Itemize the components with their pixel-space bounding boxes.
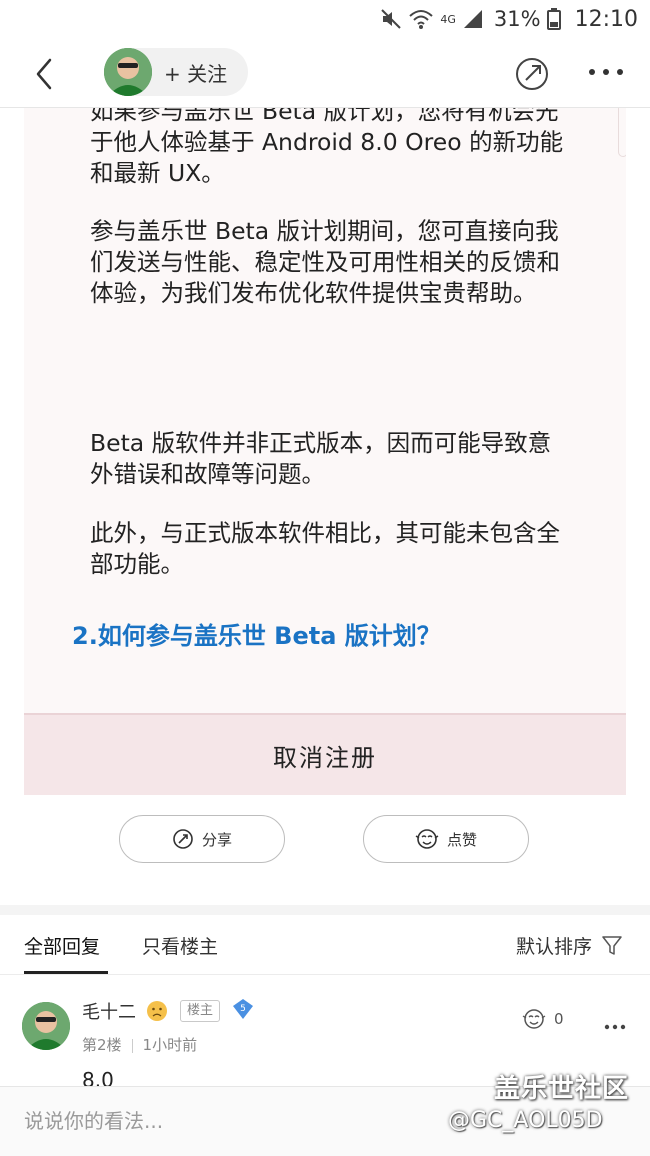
article-paragraph: 此外，与正式版本软件相比，其可能未包含全部功能。 [90, 519, 560, 578]
like-button[interactable]: 点赞 [363, 815, 529, 863]
battery-icon [546, 8, 561, 30]
op-badge: 楼主 [180, 1000, 221, 1022]
back-button[interactable] [26, 52, 66, 96]
more-dots-icon [589, 69, 623, 75]
article-card: 如果参与盖乐世 Beta 版计划，您将有机会先于他人体验基于 Android 8… [24, 108, 626, 713]
scroll-edge [618, 108, 626, 157]
level-diamond-icon: 5 [233, 999, 253, 1019]
share-button[interactable]: 分享 [119, 815, 285, 863]
sort-dropdown[interactable]: 默认排序 [516, 932, 622, 959]
active-tab-indicator [24, 971, 108, 974]
battery-percent: 31% [493, 7, 541, 31]
follow-button-label[interactable]: + 关注 [164, 58, 227, 87]
more-options-button[interactable] [586, 64, 626, 80]
reply-avatar[interactable] [22, 1002, 70, 1050]
reply-meta: 第2楼 1小时前 [82, 1034, 197, 1055]
sad-emoji-icon [147, 1001, 167, 1021]
network-label: 4G [440, 12, 456, 26]
signal-icon [463, 10, 482, 28]
section-divider [0, 905, 650, 915]
reply-time: 1小时前 [142, 1036, 198, 1054]
mute-icon [381, 9, 402, 29]
reply-like-button[interactable]: 0 [522, 1008, 564, 1030]
status-bar: 4G 31% 12:10 [0, 0, 650, 38]
like-button-label: 点赞 [446, 830, 477, 849]
like-face-icon [415, 829, 439, 849]
watermark-handle: @GC_AOL05D [448, 1108, 603, 1133]
cancel-registration-button[interactable]: 取消注册 [24, 713, 626, 795]
article-paragraph: 如果参与盖乐世 Beta 版计划，您将有机会先于他人体验基于 Android 8… [90, 108, 564, 187]
more-dots-icon [604, 1024, 626, 1030]
share-icon [173, 829, 193, 849]
share-icon [516, 58, 548, 90]
share-button-label: 分享 [201, 830, 232, 849]
author-follow-pill[interactable]: + 关注 [104, 48, 248, 96]
article-paragraph: 参与盖乐世 Beta 版计划期间，您可直接向我们发送与性能、稳定性及可用性相关的… [90, 217, 560, 307]
share-top-button[interactable] [514, 56, 550, 92]
reply-author-name[interactable]: 毛十二 [82, 998, 136, 1024]
reply-tabs: 全部回复 只看楼主 默认排序 [0, 915, 650, 975]
reply-more-button[interactable] [604, 1016, 626, 1030]
section-heading: 2.如何参与盖乐世 Beta 版计划？ [72, 622, 441, 650]
comment-input[interactable] [24, 1105, 424, 1137]
reply-like-count: 0 [554, 1010, 564, 1028]
wifi-icon [409, 10, 434, 29]
clock: 12:10 [574, 6, 638, 32]
level-number: 5 [240, 1004, 246, 1014]
watermark-site: 盖乐世社区 [494, 1074, 630, 1104]
sort-label: 默认排序 [515, 936, 592, 958]
article-paragraph: Beta 版软件并非正式版本，因而可能导致意外错误和故障等问题。 [90, 429, 552, 488]
tab-op-only[interactable]: 只看楼主 [142, 932, 218, 959]
chevron-left-icon [36, 58, 52, 90]
floor-number: 第2楼 [82, 1036, 122, 1054]
author-avatar[interactable] [104, 48, 152, 96]
like-face-icon [522, 1009, 546, 1029]
tab-all-replies[interactable]: 全部回复 [24, 932, 100, 959]
top-nav: + 关注 [0, 38, 650, 108]
filter-icon [602, 935, 622, 955]
